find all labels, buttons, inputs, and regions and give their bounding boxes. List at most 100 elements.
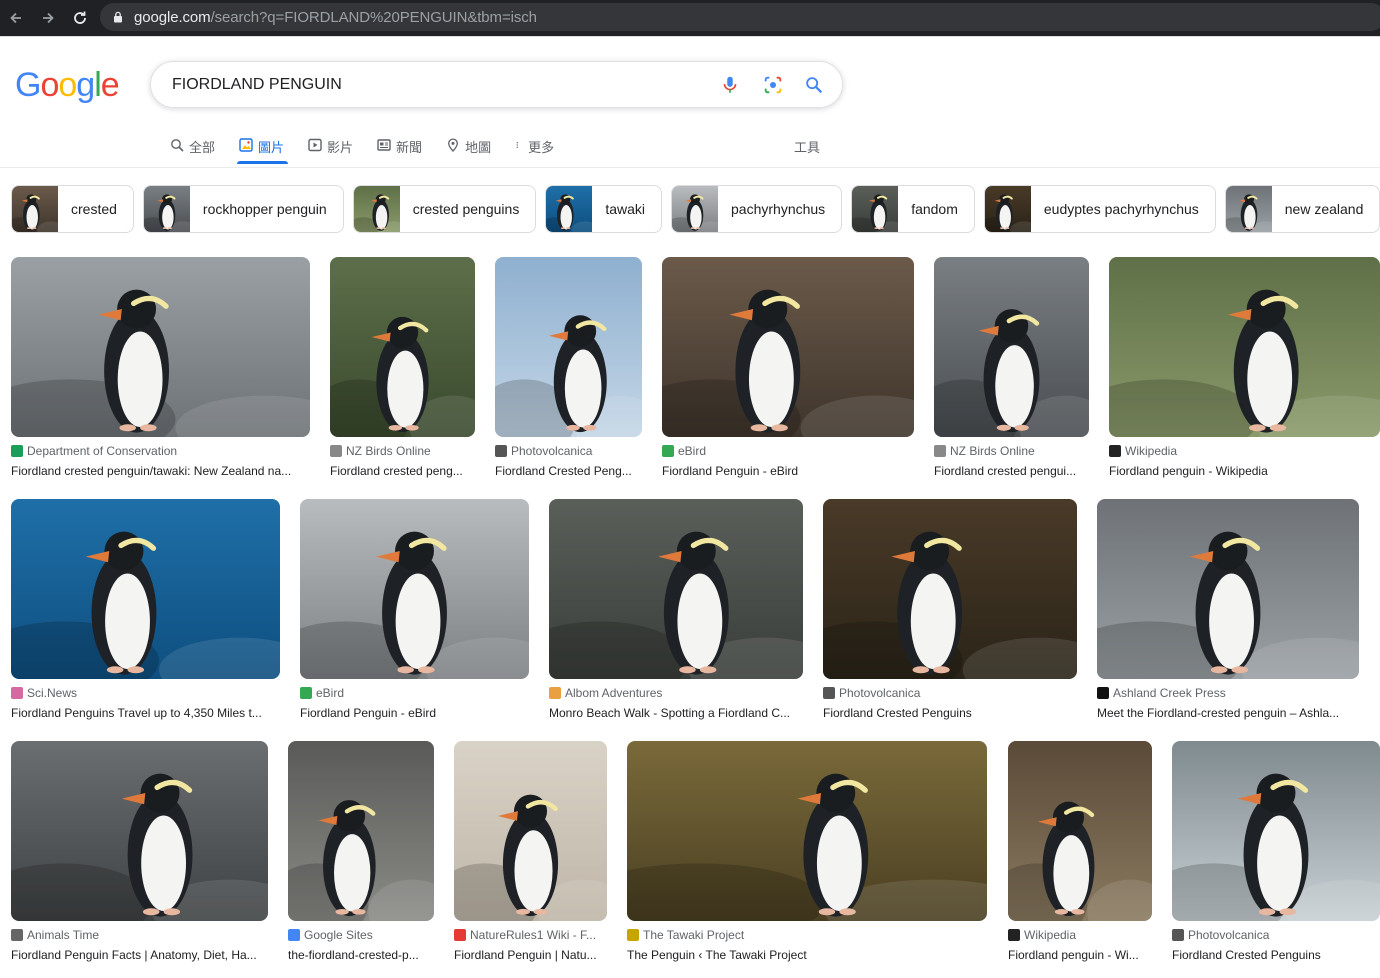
penguin-image: [1172, 741, 1380, 921]
result-source[interactable]: Department of Conservation: [11, 444, 310, 458]
tab-images[interactable]: 圖片: [237, 128, 289, 164]
address-bar[interactable]: google.com/search?q=FIORDLAND%20PENGUIN&…: [100, 3, 1380, 31]
result-thumbnail[interactable]: [662, 257, 914, 437]
tab-videos[interactable]: 影片: [308, 128, 353, 164]
result-thumbnail[interactable]: [300, 499, 529, 679]
result-title[interactable]: The Penguin ‹ The Tawaki Project: [627, 948, 987, 962]
microphone-icon[interactable]: [719, 74, 741, 96]
result-thumbnail[interactable]: [11, 257, 310, 437]
related-chip[interactable]: crested: [11, 185, 134, 233]
image-result[interactable]: Photovolcanica Fiordland Crested Peng...: [495, 257, 642, 493]
result-title[interactable]: Fiordland Crested Peng...: [495, 464, 642, 478]
image-result[interactable]: The Tawaki Project The Penguin ‹ The Tawa…: [627, 741, 987, 977]
result-title[interactable]: Fiordland Penguin | Natu...: [454, 948, 607, 962]
source-name: Wikipedia: [1125, 444, 1178, 458]
penguin-image: [11, 186, 65, 232]
result-thumbnail[interactable]: [1172, 741, 1380, 921]
result-source[interactable]: Google Sites: [288, 928, 434, 942]
result-title[interactable]: Meet the Fiordland-crested penguin – Ash…: [1097, 706, 1359, 720]
image-result[interactable]: eBird Fiordland Penguin - eBird: [662, 257, 914, 493]
result-thumbnail[interactable]: [495, 257, 642, 437]
back-icon[interactable]: [6, 8, 26, 28]
result-source[interactable]: Animals Time: [11, 928, 268, 942]
result-thumbnail[interactable]: [934, 257, 1089, 437]
search-box[interactable]: FIORDLAND PENGUIN: [150, 61, 843, 108]
image-result[interactable]: NatureRules1 Wiki - F... Fiordland Pengui…: [454, 741, 607, 977]
result-source[interactable]: NatureRules1 Wiki - F...: [454, 928, 607, 942]
image-result[interactable]: NZ Birds Online Fiordland crested peng...: [330, 257, 475, 493]
result-title[interactable]: Fiordland crested penguin/tawaki: New Ze…: [11, 464, 310, 478]
image-result[interactable]: Albom Adventures Monro Beach Walk - Spott…: [549, 499, 803, 735]
result-source[interactable]: Sci.News: [11, 686, 280, 700]
image-result[interactable]: Wikipedia Fiordland penguin - Wi...: [1008, 741, 1152, 977]
tab-news[interactable]: 新聞: [377, 128, 422, 164]
result-source[interactable]: Photovolcanica: [823, 686, 1077, 700]
related-chip[interactable]: fandom: [851, 185, 975, 233]
result-title[interactable]: Fiordland Crested Penguins: [823, 706, 1077, 720]
reload-icon[interactable]: [70, 8, 90, 28]
result-title[interactable]: Monro Beach Walk - Spotting a Fiordland …: [549, 706, 803, 720]
image-result[interactable]: Wikipedia Fiordland penguin - Wikipedia: [1109, 257, 1380, 493]
source-name: NZ Birds Online: [950, 444, 1035, 458]
result-thumbnail[interactable]: [288, 741, 434, 921]
image-result[interactable]: Sci.News Fiordland Penguins Travel up to …: [11, 499, 280, 735]
result-source[interactable]: eBird: [300, 686, 529, 700]
result-title[interactable]: Fiordland penguin - Wi...: [1008, 948, 1152, 962]
result-thumbnail[interactable]: [11, 741, 268, 921]
image-result[interactable]: NZ Birds Online Fiordland crested pengui.…: [934, 257, 1089, 493]
related-chip[interactable]: eudyptes pachyrhynchus: [983, 185, 1216, 233]
result-title[interactable]: Fiordland crested pengui...: [934, 464, 1089, 478]
url-path: /search?q=FIORDLAND%20PENGUIN&tbm=isch: [210, 8, 537, 26]
result-title[interactable]: the-fiordland-crested-p...: [288, 948, 434, 962]
google-logo[interactable]: Google: [15, 66, 120, 106]
result-source[interactable]: NZ Birds Online: [934, 444, 1089, 458]
result-source[interactable]: Wikipedia: [1008, 928, 1152, 942]
related-chip[interactable]: rockhopper penguin: [142, 185, 344, 233]
related-chip[interactable]: new zealand: [1224, 185, 1380, 233]
result-thumbnail[interactable]: [330, 257, 475, 437]
result-title[interactable]: Fiordland Penguins Travel up to 4,350 Mi…: [11, 706, 280, 720]
result-title[interactable]: Fiordland Crested Penguins: [1172, 948, 1380, 962]
result-title[interactable]: Fiordland Penguin Facts | Anatomy, Diet,…: [11, 948, 268, 962]
image-result[interactable]: Department of Conservation Fiordland cres…: [11, 257, 310, 493]
result-thumbnail[interactable]: [1008, 741, 1152, 921]
result-source[interactable]: Photovolcanica: [495, 444, 642, 458]
result-thumbnail[interactable]: [454, 741, 607, 921]
result-source[interactable]: The Tawaki Project: [627, 928, 987, 942]
image-result[interactable]: Google Sites the-fiordland-crested-p...: [288, 741, 434, 977]
image-result[interactable]: Ashland Creek Press Meet the Fiordland-cr…: [1097, 499, 1359, 735]
result-thumbnail[interactable]: [549, 499, 803, 679]
search-icon[interactable]: [803, 74, 825, 96]
result-source[interactable]: Wikipedia: [1109, 444, 1380, 458]
image-result[interactable]: Photovolcanica Fiordland Crested Penguins: [1172, 741, 1380, 977]
result-thumbnail[interactable]: [627, 741, 987, 921]
result-thumbnail[interactable]: [1097, 499, 1359, 679]
result-source[interactable]: Albom Adventures: [549, 686, 803, 700]
forward-icon[interactable]: [38, 8, 58, 28]
result-thumbnail[interactable]: [11, 499, 280, 679]
search-input[interactable]: FIORDLAND PENGUIN: [172, 76, 342, 94]
result-source[interactable]: Photovolcanica: [1172, 928, 1380, 942]
image-result[interactable]: Photovolcanica Fiordland Crested Penguins: [823, 499, 1077, 735]
related-chip[interactable]: crested penguins: [352, 185, 537, 233]
result-title[interactable]: Fiordland crested peng...: [330, 464, 475, 478]
tab-maps[interactable]: 地圖: [446, 128, 491, 164]
related-chip[interactable]: pachyrhynchus: [671, 185, 843, 233]
result-source[interactable]: Ashland Creek Press: [1097, 686, 1359, 700]
penguin-image: [454, 741, 607, 921]
result-source[interactable]: NZ Birds Online: [330, 444, 475, 458]
related-chip[interactable]: tawaki: [545, 185, 663, 233]
result-thumbnail[interactable]: [1109, 257, 1380, 437]
result-title[interactable]: Fiordland Penguin - eBird: [662, 464, 914, 478]
result-thumbnail[interactable]: [823, 499, 1077, 679]
image-result[interactable]: Animals Time Fiordland Penguin Facts | An…: [11, 741, 268, 977]
camera-lens-icon[interactable]: [762, 74, 784, 96]
tab-all[interactable]: 全部: [170, 128, 215, 164]
image-result[interactable]: eBird Fiordland Penguin - eBird: [300, 499, 529, 735]
tools-button[interactable]: 工具: [794, 137, 820, 156]
logo-letter: g: [76, 66, 95, 104]
result-title[interactable]: Fiordland penguin - Wikipedia: [1109, 464, 1380, 478]
result-source[interactable]: eBird: [662, 444, 914, 458]
tab-more[interactable]: 更多: [515, 128, 554, 164]
result-title[interactable]: Fiordland Penguin - eBird: [300, 706, 529, 720]
